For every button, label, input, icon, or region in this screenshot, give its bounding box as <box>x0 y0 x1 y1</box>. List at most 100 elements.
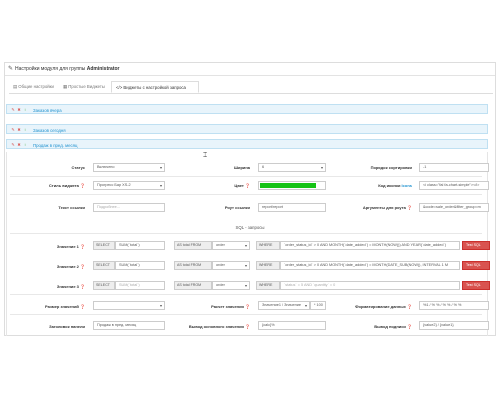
list-icon: ▤ <box>13 84 18 89</box>
route-args-input[interactable]: &code=sale_order&filter_group=m <box>419 203 489 212</box>
calc-select[interactable]: Значение1 / Значение <box>258 301 310 310</box>
delete-icon[interactable]: ✖ <box>17 127 21 132</box>
cursor-icon: ⌶ <box>203 152 208 159</box>
info-icon: ❓ <box>80 304 85 309</box>
delete-icon[interactable]: ✖ <box>17 142 21 147</box>
widget-orders-yesterday[interactable]: ✎ ✖ ↕ Заказов вчера <box>6 104 488 114</box>
move-icon[interactable]: ↕ <box>23 142 27 147</box>
link-text-input[interactable]: Подробнее... <box>93 203 165 212</box>
test-sql-button[interactable]: Test SQL <box>462 261 490 270</box>
width-select[interactable]: 6 <box>258 163 326 172</box>
select-keyword: SELECT <box>93 281 115 290</box>
sort-label: Порядок сортировки <box>370 165 412 170</box>
sign-label: Вывод подписи ❓ <box>374 324 412 329</box>
where-keyword: WHERE <box>256 261 280 270</box>
value3-label: Значение 3 ❓ <box>56 284 85 289</box>
test-sql-button[interactable]: Test SQL <box>462 281 490 290</box>
value1-table-select[interactable]: order <box>212 241 250 250</box>
divider <box>10 233 482 234</box>
sort-input[interactable]: -1 <box>419 163 489 172</box>
value3-select-input[interactable]: SUM(`total`) <box>115 281 165 290</box>
value2-table-select[interactable]: order <box>212 261 250 270</box>
color-picker[interactable] <box>258 181 326 190</box>
panel-heading: ✎ Настройки модуля для группы Administra… <box>5 63 495 76</box>
format-label: Форматирование данных ❓ <box>355 304 412 309</box>
tab-query-widgets[interactable]: </> Виджеты с настройкой запроса <box>111 81 199 93</box>
title-input[interactable]: Продаж в пред. месяц <box>93 321 165 330</box>
out-label: Вывод основного значения ❓ <box>188 324 250 329</box>
style-select[interactable]: Прогресс Бар XS-2 <box>93 181 165 190</box>
divider <box>10 314 482 315</box>
width-label: Ширина <box>233 165 250 170</box>
value2-label: Значение 2 ❓ <box>56 264 85 269</box>
widget-title: Продаж в пред. месяц <box>33 142 78 148</box>
widget-controls: ✎ ✖ ↕ <box>11 107 29 112</box>
from-keyword: AS total FROM <box>174 281 212 290</box>
route-label: Роут ссылки <box>224 205 250 210</box>
value1-label: Значение 1 ❓ <box>56 244 85 249</box>
widget-orders-today[interactable]: ✎ ✖ ↕ Заказов сегодня <box>6 124 488 134</box>
from-keyword: AS total FROM <box>174 241 212 250</box>
move-icon[interactable]: ↕ <box>23 107 27 112</box>
edit-icon[interactable]: ✎ <box>11 127 15 132</box>
delete-icon[interactable]: ✖ <box>17 107 21 112</box>
calc-label: Расчет значения ❓ <box>211 304 250 309</box>
value3-where-input[interactable]: `status` = 5 AND `quantity` = 0 <box>280 281 460 290</box>
info-icon: ❓ <box>245 304 250 309</box>
sql-section-title: SQL - запросы <box>235 225 265 230</box>
where-keyword: WHERE <box>256 281 280 290</box>
grid-icon: ▦ <box>63 84 68 89</box>
info-icon: ❓ <box>80 183 85 188</box>
move-icon[interactable]: ↕ <box>23 127 27 132</box>
dim-label: Размер значений ❓ <box>44 304 85 309</box>
panel-title: Настройки модуля для группы Administrato… <box>15 66 120 72</box>
widget-title: Заказов вчера <box>33 107 62 113</box>
code-icon: </> <box>116 85 123 90</box>
test-sql-button[interactable]: Test SQL <box>462 241 490 250</box>
style-label: Стиль виджета ❓ <box>48 183 85 188</box>
out-input[interactable]: {calc}% <box>258 321 326 330</box>
select-keyword: SELECT <box>93 261 115 270</box>
dim-select[interactable] <box>93 301 165 310</box>
edit-icon[interactable]: ✎ <box>11 142 15 147</box>
widget-sales-last-month[interactable]: ✎ ✖ ↕ Продаж в пред. месяц <box>6 139 488 149</box>
value2-where-input[interactable]: `order_status_id` > 0 AND MONTH(`date_ad… <box>280 261 460 270</box>
value1-where-input[interactable]: `order_status_id` > 0 AND MONTH(`date_ad… <box>280 241 460 250</box>
puzzle-icon: ✎ <box>8 66 14 72</box>
icon-code-input[interactable]: <i class="fal fa-chart-simple"></i> <box>419 181 489 190</box>
divider <box>10 176 482 177</box>
value3-table-select[interactable]: order <box>212 281 250 290</box>
status-label: Статус <box>71 165 85 170</box>
status-select[interactable]: Включено <box>93 163 165 172</box>
info-icon: ❓ <box>80 284 85 289</box>
calc-multiplier[interactable]: * 100 <box>310 301 326 310</box>
info-icon: ❓ <box>407 324 412 329</box>
info-icon: ❓ <box>80 244 85 249</box>
color-label: Цвет ❓ <box>234 183 250 188</box>
icons-link[interactable]: Icons <box>402 183 412 188</box>
icon-label: Код иконки Icons <box>378 183 412 188</box>
route-input[interactable]: report/report <box>258 203 326 212</box>
tabs-bar: ▤ Общие настройки ▦ Простые Виджеты </> … <box>9 81 493 94</box>
widget-controls: ✎ ✖ ↕ <box>11 127 29 132</box>
select-keyword: SELECT <box>93 241 115 250</box>
color-swatch <box>260 183 316 188</box>
format-input[interactable]: %1 / % % / % % / % % <box>419 301 489 310</box>
from-keyword: AS total FROM <box>174 261 212 270</box>
tab-simple-widgets[interactable]: ▦ Простые Виджеты <box>59 81 111 93</box>
title-label: Заголовок панели <box>49 324 85 329</box>
link-text-label: Текст ссылки <box>58 205 85 210</box>
sign-input[interactable]: {value2} / {value1} <box>419 321 489 330</box>
info-icon: ❓ <box>407 304 412 309</box>
divider <box>10 194 482 195</box>
value2-select-input[interactable]: SUM(`total`) <box>115 261 165 270</box>
tab-general[interactable]: ▤ Общие настройки <box>9 81 59 93</box>
edit-icon[interactable]: ✎ <box>11 107 15 112</box>
info-icon: ❓ <box>245 324 250 329</box>
info-icon: ❓ <box>245 183 250 188</box>
info-icon: ❓ <box>407 205 412 210</box>
widget-title: Заказов сегодня <box>33 127 66 133</box>
widget-controls: ✎ ✖ ↕ <box>11 142 29 147</box>
value1-select-input[interactable]: SUM(`total`) <box>115 241 165 250</box>
info-icon: ❓ <box>80 264 85 269</box>
